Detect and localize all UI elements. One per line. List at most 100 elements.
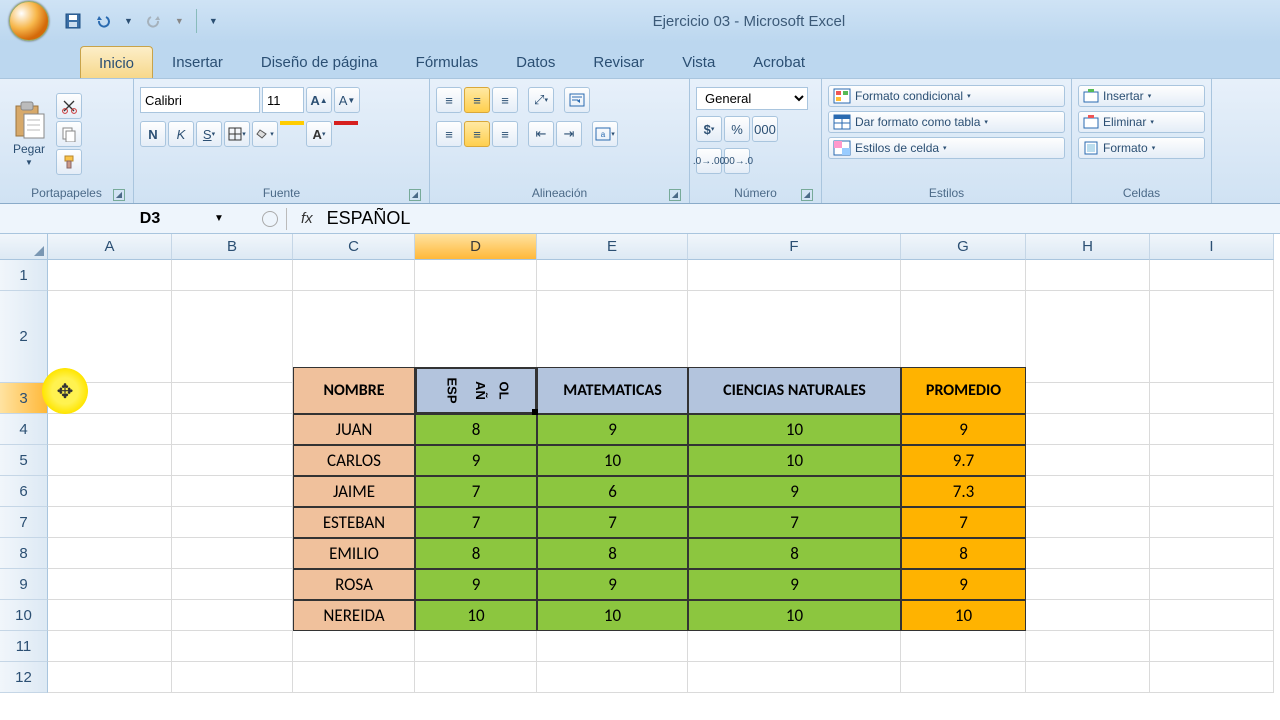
cie-0[interactable]: 10 xyxy=(688,414,901,445)
col-header-I[interactable]: I xyxy=(1150,234,1274,260)
cell-H6[interactable] xyxy=(1026,476,1150,507)
cell-H1[interactable] xyxy=(1026,260,1150,291)
cell-D1[interactable] xyxy=(415,260,537,291)
cell-I9[interactable] xyxy=(1150,569,1274,600)
portapapeles-launcher[interactable]: ◢ xyxy=(113,189,125,201)
cie-3[interactable]: 7 xyxy=(688,507,901,538)
cell-B4[interactable] xyxy=(172,414,293,445)
delete-cells-button[interactable]: Eliminar▾ xyxy=(1078,111,1205,133)
percent-button[interactable]: % xyxy=(724,116,750,142)
cell-I2[interactable] xyxy=(1150,291,1274,383)
avg-6[interactable]: 10 xyxy=(901,600,1026,631)
cell-B3[interactable] xyxy=(172,383,293,414)
thousands-button[interactable]: 000 xyxy=(752,116,778,142)
tab-diseno-pagina[interactable]: Diseño de página xyxy=(242,45,397,78)
insert-cells-button[interactable]: Insertar▾ xyxy=(1078,85,1205,107)
row-header-9[interactable]: 9 xyxy=(0,569,48,600)
cell-I6[interactable] xyxy=(1150,476,1274,507)
save-icon[interactable] xyxy=(64,12,82,30)
bold-button[interactable]: N xyxy=(140,121,166,147)
name-2[interactable]: JAIME xyxy=(293,476,415,507)
col-header-C[interactable]: C xyxy=(293,234,415,260)
cell-I12[interactable] xyxy=(1150,662,1274,693)
cell-E12[interactable] xyxy=(537,662,688,693)
format-cells-button[interactable]: Formato▾ xyxy=(1078,137,1205,159)
font-color-button[interactable]: A▾ xyxy=(306,121,332,147)
cell-B11[interactable] xyxy=(172,631,293,662)
numero-launcher[interactable]: ◢ xyxy=(801,189,813,201)
tab-formulas[interactable]: Fórmulas xyxy=(397,45,498,78)
row-header-12[interactable]: 12 xyxy=(0,662,48,693)
font-name-select[interactable] xyxy=(140,87,260,113)
tab-revisar[interactable]: Revisar xyxy=(574,45,663,78)
mat-3[interactable]: 7 xyxy=(537,507,688,538)
cell-H5[interactable] xyxy=(1026,445,1150,476)
cell-H10[interactable] xyxy=(1026,600,1150,631)
cell-H9[interactable] xyxy=(1026,569,1150,600)
row-header-7[interactable]: 7 xyxy=(0,507,48,538)
avg-0[interactable]: 9 xyxy=(901,414,1026,445)
cells-area[interactable]: NOMBREESPAÑOLMATEMATICASCIENCIAS NATURAL… xyxy=(48,260,1274,693)
cell-G11[interactable] xyxy=(901,631,1026,662)
office-button[interactable] xyxy=(0,0,58,42)
formula-input[interactable] xyxy=(327,208,1027,229)
grow-font-button[interactable]: A▲ xyxy=(306,87,332,113)
col-header-D[interactable]: D xyxy=(415,234,537,260)
cell-A6[interactable] xyxy=(48,476,172,507)
redo-dropdown[interactable]: ▼ xyxy=(175,16,184,26)
row-header-11[interactable]: 11 xyxy=(0,631,48,662)
name-5[interactable]: ROSA xyxy=(293,569,415,600)
cell-B9[interactable] xyxy=(172,569,293,600)
mat-4[interactable]: 8 xyxy=(537,538,688,569)
align-right-button[interactable]: ≡ xyxy=(492,121,518,147)
esp-6[interactable]: 10 xyxy=(415,600,537,631)
fuente-launcher[interactable]: ◢ xyxy=(409,189,421,201)
qat-customize[interactable]: ▼ xyxy=(209,16,218,26)
mat-6[interactable]: 10 xyxy=(537,600,688,631)
cell-styles-button[interactable]: Estilos de celda▾ xyxy=(828,137,1065,159)
row-header-5[interactable]: 5 xyxy=(0,445,48,476)
cell-B12[interactable] xyxy=(172,662,293,693)
align-middle-button[interactable]: ≡ xyxy=(464,87,490,113)
cell-F1[interactable] xyxy=(688,260,901,291)
row-header-4[interactable]: 4 xyxy=(0,414,48,445)
increase-decimal-button[interactable]: .0→.00 xyxy=(696,148,722,174)
tab-vista[interactable]: Vista xyxy=(663,45,734,78)
tab-inicio[interactable]: Inicio xyxy=(80,46,153,78)
borders-button[interactable]: ▾ xyxy=(224,121,250,147)
number-format-select[interactable]: General xyxy=(696,87,808,110)
cell-H11[interactable] xyxy=(1026,631,1150,662)
cell-I1[interactable] xyxy=(1150,260,1274,291)
avg-2[interactable]: 7.3 xyxy=(901,476,1026,507)
cell-B6[interactable] xyxy=(172,476,293,507)
cell-C11[interactable] xyxy=(293,631,415,662)
conditional-format-button[interactable]: Formato condicional▾ xyxy=(828,85,1065,107)
cell-B5[interactable] xyxy=(172,445,293,476)
cell-H8[interactable] xyxy=(1026,538,1150,569)
cell-D12[interactable] xyxy=(415,662,537,693)
name-0[interactable]: JUAN xyxy=(293,414,415,445)
hdr-nombre[interactable]: NOMBRE xyxy=(293,367,415,414)
esp-3[interactable]: 7 xyxy=(415,507,537,538)
col-header-B[interactable]: B xyxy=(172,234,293,260)
cell-A8[interactable] xyxy=(48,538,172,569)
name-box[interactable] xyxy=(90,210,210,228)
row-header-2[interactable]: 2 xyxy=(0,291,48,383)
avg-5[interactable]: 9 xyxy=(901,569,1026,600)
align-center-button[interactable]: ≡ xyxy=(464,121,490,147)
cell-H3[interactable] xyxy=(1026,383,1150,414)
cell-A5[interactable] xyxy=(48,445,172,476)
select-all-corner[interactable] xyxy=(0,234,48,260)
cell-G12[interactable] xyxy=(901,662,1026,693)
align-bottom-button[interactable]: ≡ xyxy=(492,87,518,113)
currency-button[interactable]: $▾ xyxy=(696,116,722,142)
avg-4[interactable]: 8 xyxy=(901,538,1026,569)
cell-C12[interactable] xyxy=(293,662,415,693)
hdr-matematicas[interactable]: MATEMATICAS xyxy=(537,367,688,414)
cell-B10[interactable] xyxy=(172,600,293,631)
tab-insertar[interactable]: Insertar xyxy=(153,45,242,78)
alineacion-launcher[interactable]: ◢ xyxy=(669,189,681,201)
cell-A4[interactable] xyxy=(48,414,172,445)
cut-button[interactable] xyxy=(56,93,82,119)
esp-2[interactable]: 7 xyxy=(415,476,537,507)
